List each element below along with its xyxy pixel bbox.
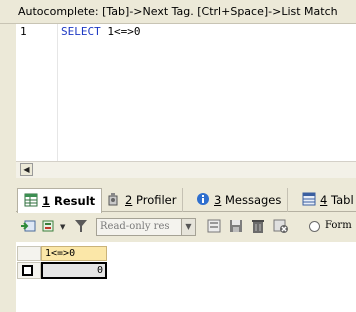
filter-icon[interactable] [73, 218, 89, 234]
left-panel-edge [0, 24, 16, 312]
row-checkbox[interactable] [22, 265, 33, 276]
tab-profiler-label: Profiler [135, 193, 177, 207]
cancel-changes-icon[interactable] [273, 218, 289, 234]
scroll-left-icon[interactable]: ◀ [20, 163, 33, 176]
line-gutter [16, 24, 58, 161]
tab-profiler[interactable]: 2 Profiler [101, 188, 184, 212]
save-icon[interactable] [228, 218, 244, 234]
form-view-radio[interactable] [309, 221, 320, 232]
tab-result[interactable]: 1 Result [17, 188, 103, 213]
tab-result-label: Result [54, 194, 96, 208]
tab-table-label: Tabl [330, 193, 354, 207]
delete-icon[interactable] [250, 218, 266, 234]
table-icon [302, 192, 316, 209]
sql-editor[interactable] [16, 24, 356, 161]
tab-table-number: 4 [320, 193, 328, 207]
horizontal-scrollbar[interactable] [16, 161, 356, 178]
sql-expression: 1<=>0 [100, 25, 141, 38]
autocomplete-hint: Autocomplete: [Tab]->Next Tag. [Ctrl+Spa… [0, 0, 356, 24]
add-row-icon[interactable] [206, 218, 222, 234]
info-icon [196, 192, 210, 209]
import-dropdown-icon[interactable]: ▼ [60, 223, 65, 231]
grid-corner[interactable] [17, 246, 41, 261]
tab-table[interactable]: 4 Tabl [296, 188, 356, 212]
tab-profiler-number: 2 [125, 193, 133, 207]
code-line[interactable]: SELECT 1<=>0 [61, 25, 141, 38]
column-header[interactable]: 1<=>0 [41, 246, 107, 261]
tab-messages-label: Messages [224, 193, 282, 207]
tab-result-number: 1 [42, 194, 51, 208]
table-cell[interactable]: 0 [41, 262, 107, 279]
tab-messages[interactable]: 3 Messages [190, 188, 289, 212]
form-view-label: Form [325, 220, 352, 231]
profiler-icon [107, 192, 121, 209]
chevron-down-icon[interactable]: ▼ [181, 219, 195, 235]
export-icon[interactable] [20, 218, 36, 234]
import-icon[interactable] [42, 218, 58, 234]
sql-keyword: SELECT [61, 25, 101, 38]
grid-icon [24, 193, 38, 210]
line-number: 1 [20, 25, 27, 38]
tab-messages-number: 3 [214, 193, 222, 207]
